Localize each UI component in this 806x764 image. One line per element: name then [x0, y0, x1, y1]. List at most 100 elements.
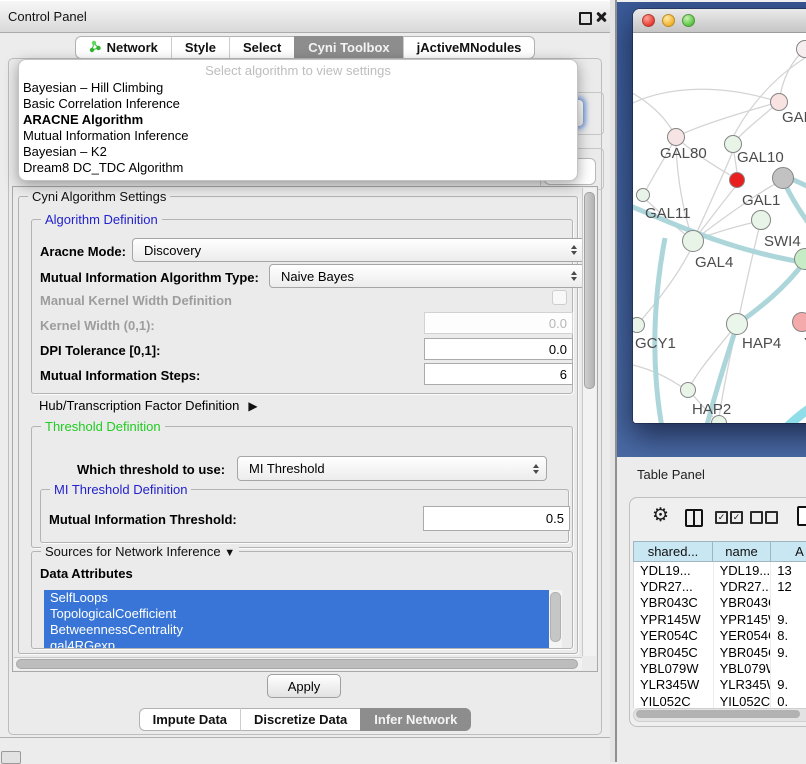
- table-cell[interactable]: YLR345W: [714, 677, 772, 693]
- network-node-y[interactable]: [792, 312, 806, 332]
- expanded-arrow-icon[interactable]: ▼: [224, 547, 235, 559]
- algorithm-option-bayesian-hill-climbing[interactable]: Bayesian – Hill Climbing: [19, 80, 577, 96]
- columns-icon[interactable]: [685, 509, 703, 527]
- attribute-item-selfloops[interactable]: SelfLoops: [44, 590, 554, 606]
- table-cell[interactable]: YBL079W: [714, 660, 772, 676]
- apply-button[interactable]: Apply: [267, 674, 341, 698]
- table-row[interactable]: YLR345WYLR345W9.: [634, 677, 806, 693]
- network-node-hap4[interactable]: [726, 313, 748, 335]
- network-node-hap2[interactable]: [680, 382, 696, 398]
- close-traffic-light-icon[interactable]: [642, 14, 655, 27]
- float-window-icon[interactable]: [579, 12, 592, 25]
- table-cell[interactable]: YER054C: [634, 628, 714, 644]
- tab-impute-data[interactable]: Impute Data: [139, 708, 240, 731]
- tab-jactivemnodules[interactable]: jActiveMNodules: [403, 36, 536, 59]
- mi-steps-field[interactable]: 6: [424, 363, 573, 385]
- network-node[interactable]: [772, 167, 794, 189]
- minimize-traffic-light-icon[interactable]: [662, 14, 675, 27]
- zoom-traffic-light-icon[interactable]: [682, 14, 695, 27]
- table-cell[interactable]: YBR043C: [714, 595, 772, 611]
- panel-splitter[interactable]: [610, 0, 617, 762]
- table-row[interactable]: YDL19...YDL19...13: [634, 562, 806, 578]
- document-icon[interactable]: [797, 506, 806, 526]
- settings-horizontal-scrollbar[interactable]: [14, 657, 582, 670]
- table-cell[interactable]: 0.: [771, 693, 806, 708]
- table-cell[interactable]: YBR045C: [634, 644, 714, 660]
- network-canvas[interactable]: GALGAL80GAL10GAL1GAL11GAL4SWI4GCY1HAP4YH…: [633, 33, 806, 423]
- tab-cyni-toolbox[interactable]: Cyni Toolbox: [294, 36, 402, 59]
- network-node-gal11[interactable]: [636, 188, 650, 202]
- hub-transcription-factor-section[interactable]: Hub/Transcription Factor Definition ▶: [39, 398, 258, 413]
- network-node-gal80[interactable]: [667, 128, 685, 146]
- table-cell[interactable]: YER054C: [714, 628, 772, 644]
- manual-kernel-width-checkbox[interactable]: [552, 290, 567, 305]
- tab-discretize-data[interactable]: Discretize Data: [240, 708, 360, 731]
- tab-select[interactable]: Select: [229, 36, 294, 59]
- dpi-tolerance-field[interactable]: 0.0: [424, 338, 573, 360]
- table-cell[interactable]: YLR345W: [634, 677, 714, 693]
- column-header-name[interactable]: name: [713, 541, 771, 562]
- table-cell[interactable]: 8.: [771, 628, 806, 644]
- table-row[interactable]: YBL079WYBL079W: [634, 660, 806, 676]
- table-cell[interactable]: YDL19...: [714, 562, 772, 578]
- table-row[interactable]: YDR27...YDR27...12: [634, 578, 806, 594]
- which-threshold-select[interactable]: MI Threshold: [237, 456, 547, 481]
- tab-infer-network[interactable]: Infer Network: [360, 708, 471, 731]
- collapsed-arrow-icon[interactable]: ▶: [248, 399, 257, 413]
- tab-network[interactable]: Network: [75, 36, 171, 59]
- table-row[interactable]: YBR043CYBR043C: [634, 595, 806, 611]
- mi-algorithm-type-select[interactable]: Naive Bayes: [269, 264, 585, 288]
- deselect-all-checkbox-icon[interactable]: [750, 511, 763, 524]
- algorithm-option-dream8-dc-tdc-algorithm[interactable]: Dream8 DC_TDC Algorithm: [19, 160, 577, 176]
- column-header-shared[interactable]: shared...: [633, 541, 713, 562]
- aracne-mode-select[interactable]: Discovery: [132, 238, 585, 262]
- tab-style[interactable]: Style: [171, 36, 229, 59]
- table-cell[interactable]: [771, 660, 806, 676]
- table-cell[interactable]: YBL079W: [634, 660, 714, 676]
- network-node[interactable]: [729, 172, 745, 188]
- table-cell[interactable]: YBR045C: [714, 644, 772, 660]
- table-cell[interactable]: YIL052C: [634, 693, 714, 708]
- table-cell[interactable]: 13: [771, 562, 806, 578]
- algorithm-option-aracne-algorithm[interactable]: ARACNE Algorithm: [19, 112, 577, 128]
- table-row[interactable]: YBR045CYBR045C9.: [634, 644, 806, 660]
- table-cell[interactable]: YDL19...: [634, 562, 714, 578]
- column-header-a[interactable]: A: [771, 541, 806, 562]
- table-cell[interactable]: 12: [771, 578, 806, 594]
- network-node-gal4[interactable]: [682, 230, 704, 252]
- table-cell[interactable]: YBR043C: [634, 595, 714, 611]
- table-cell[interactable]: YPR145W: [714, 611, 772, 627]
- settings-vertical-scrollbar[interactable]: [582, 188, 596, 656]
- table-cell[interactable]: 9.: [771, 611, 806, 627]
- network-window-titlebar[interactable]: [633, 9, 806, 33]
- attribute-item-topologicalcoefficient[interactable]: TopologicalCoefficient: [44, 606, 554, 622]
- select-all-checkbox-icon[interactable]: ✓: [715, 511, 728, 524]
- gear-icon[interactable]: ⚙: [652, 504, 669, 527]
- panel-corner-button[interactable]: [1, 751, 21, 764]
- table-cell[interactable]: YPR145W: [634, 611, 714, 627]
- network-node-gal1[interactable]: [751, 210, 771, 230]
- algorithm-option-basic-correlation-inference[interactable]: Basic Correlation Inference: [19, 96, 577, 112]
- table-cell[interactable]: YDR27...: [714, 578, 772, 594]
- network-window[interactable]: GALGAL80GAL10GAL1GAL11GAL4SWI4GCY1HAP4YH…: [633, 9, 806, 423]
- deselect-all-checkbox-icon[interactable]: [765, 511, 778, 524]
- table-row[interactable]: YER054CYER054C8.: [634, 628, 806, 644]
- table-cell[interactable]: YIL052C: [714, 693, 772, 708]
- close-icon[interactable]: [595, 11, 607, 23]
- table-cell[interactable]: [771, 595, 806, 611]
- attributes-scrollbar[interactable]: [549, 590, 562, 648]
- table-horizontal-scrollbar[interactable]: [633, 708, 806, 722]
- table-row[interactable]: YIL052CYIL052C0.: [634, 693, 806, 708]
- algorithm-option-mutual-information-inference[interactable]: Mutual Information Inference: [19, 128, 577, 144]
- attribute-item-betweennesscentrality[interactable]: BetweennessCentrality: [44, 622, 554, 638]
- table-cell[interactable]: 9.: [771, 644, 806, 660]
- select-all-checkbox-icon[interactable]: ✓: [730, 511, 743, 524]
- table-row[interactable]: YPR145WYPR145W9.: [634, 611, 806, 627]
- algorithm-option-bayesian-k2[interactable]: Bayesian – K2: [19, 144, 577, 160]
- algorithm-dropdown-list[interactable]: Select algorithm to view settings Bayesi…: [18, 59, 578, 181]
- table-cell[interactable]: 9.: [771, 677, 806, 693]
- table-cell[interactable]: YDR27...: [634, 578, 714, 594]
- data-attributes-list[interactable]: SelfLoopsTopologicalCoefficientBetweenne…: [44, 590, 562, 648]
- mi-threshold-field[interactable]: 0.5: [423, 506, 570, 531]
- attribute-item-gal4rgexp[interactable]: gal4RGexp: [44, 638, 554, 648]
